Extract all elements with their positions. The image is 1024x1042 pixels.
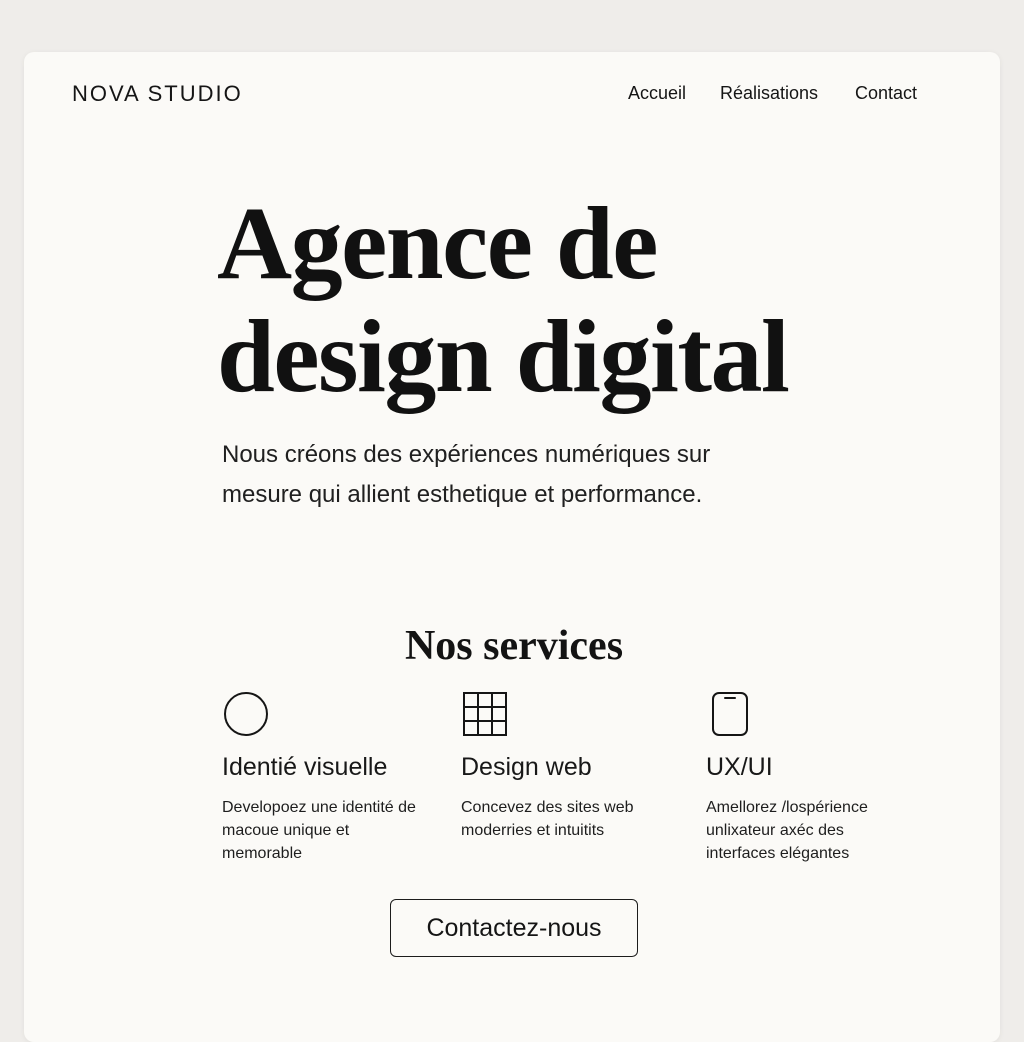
page-card: NOVA STUDIO Accueil Réalisations Contact… <box>24 52 1000 1042</box>
hero-title-line-2: design digital <box>217 299 790 414</box>
nav-link-home[interactable]: Accueil <box>628 83 686 104</box>
service-description: Amellorez /lospérience unlixateur axéc d… <box>706 799 868 862</box>
mobile-icon <box>712 692 748 736</box>
service-card-web-design: Design web Concevez des sites web moderr… <box>461 690 681 842</box>
service-name: Identié visuelle <box>222 753 388 781</box>
hero-subtitle: Nous créons des expériences numériques s… <box>222 441 711 508</box>
service-name: Design web <box>461 753 592 781</box>
grid-icon <box>463 692 507 736</box>
service-description: Developoez une identité de macoue unique… <box>222 799 416 862</box>
contact-button[interactable]: Contactez-nous <box>390 899 638 957</box>
service-card-identity: Identié visuelle Developoez une identité… <box>222 690 442 865</box>
brand-logo[interactable]: NOVA STUDIO <box>72 81 243 107</box>
services-title: Nos services <box>404 623 624 669</box>
service-name: UX/UI <box>706 753 773 781</box>
nav-link-work[interactable]: Réalisations <box>720 83 818 104</box>
service-description: Concevez des sites web moderries et intu… <box>461 799 634 839</box>
circle-icon <box>224 692 268 736</box>
hero-title: Agence de design digital <box>217 187 867 413</box>
service-card-ux-ui: UX/UI Amellorez /lospérience unlixateur … <box>706 690 926 865</box>
nav-link-contact[interactable]: Contact <box>855 83 917 104</box>
hero-title-line-1: Agence de <box>217 186 658 301</box>
